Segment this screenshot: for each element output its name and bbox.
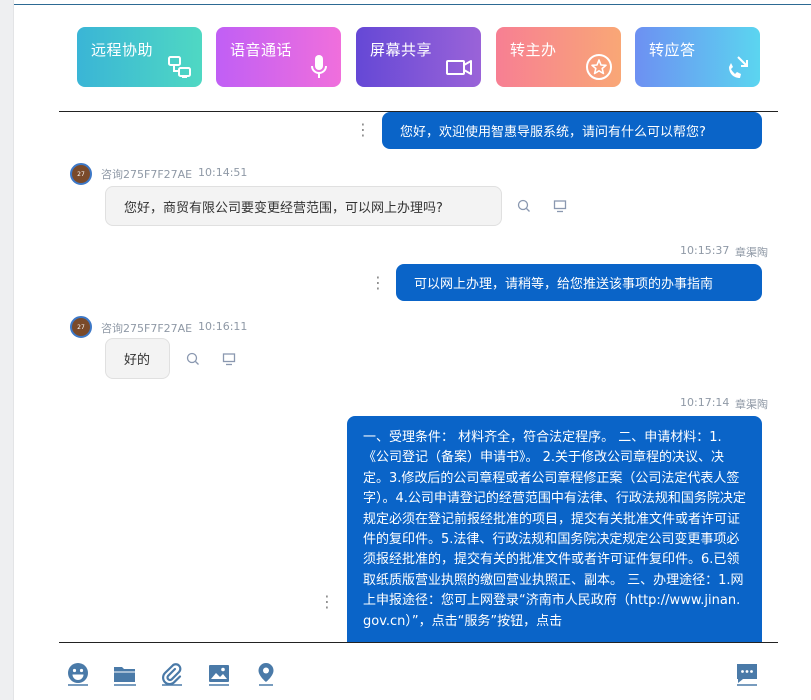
left-sidebar-strip <box>0 0 14 700</box>
search-icon[interactable] <box>517 199 531 213</box>
avatar-text: 27 <box>77 323 85 331</box>
sender-name: 咨询275F7F27AE <box>101 168 193 181</box>
transfer-answer-button[interactable]: 转应答 <box>635 27 760 87</box>
remote-assist-label: 远程协助 <box>91 41 154 59</box>
screen-share-button[interactable]: 屏幕共享 <box>356 27 481 87</box>
message-bubble-incoming: 好的 <box>105 338 170 379</box>
monitor-icon[interactable] <box>553 199 567 213</box>
screen-share-label: 屏幕共享 <box>370 41 433 59</box>
remote-assist-button[interactable]: 远程协助 <box>77 27 202 87</box>
voice-call-label: 语音通话 <box>230 41 293 59</box>
message-time: 10:14:51 <box>198 166 248 179</box>
message-text: 您好，欢迎使用智惠导服系统，请问有什么可以帮您? <box>400 125 706 140</box>
emoji-icon[interactable] <box>66 662 90 686</box>
message-time: 10:15:37 <box>680 244 730 257</box>
more-options-icon[interactable]: ⋮ <box>355 122 371 138</box>
message-bubble-outgoing: 一、受理条件： 材料齐全，符合法定程序。 二、申请材料：1.《公司登记（备案）申… <box>347 416 762 642</box>
chat-bottom-border <box>59 642 778 643</box>
message-bubble-outgoing: 可以网上办理，请稍等，给您推送该事项的办事指南 <box>396 264 762 301</box>
sender-name: 章渠陶 <box>735 246 768 259</box>
transfer-answer-label: 转应答 <box>649 41 696 59</box>
star-circle-icon <box>586 54 612 80</box>
remote-desktop-icon <box>168 56 191 78</box>
sender-name: 咨询275F7F27AE <box>101 322 193 335</box>
user-avatar: 27 <box>70 316 92 338</box>
microphone-icon <box>311 55 327 78</box>
message-text: 好的 <box>124 353 151 368</box>
message-text: 您好，商贸有限公司要变更经营范围，可以网上办理吗? <box>124 200 443 216</box>
message-bubble-incoming: 您好，商贸有限公司要变更经营范围，可以网上办理吗? <box>105 186 502 226</box>
message-text: 可以网上办理，请稍等，给您推送该事项的办事指南 <box>414 277 714 292</box>
top-divider <box>14 4 811 5</box>
search-icon[interactable] <box>186 352 200 366</box>
location-icon[interactable] <box>254 662 278 686</box>
attachment-icon[interactable] <box>160 662 184 686</box>
transfer-host-label: 转主办 <box>510 41 557 59</box>
message-bubble-outgoing: 您好，欢迎使用智惠导服系统，请问有什么可以帮您? <box>382 112 762 149</box>
monitor-icon[interactable] <box>222 352 236 366</box>
user-avatar: 27 <box>70 163 92 185</box>
avatar-text: 27 <box>77 170 85 178</box>
more-options-icon[interactable]: ⋮ <box>319 594 335 610</box>
more-options-icon[interactable]: ⋮ <box>370 275 386 291</box>
video-camera-icon <box>446 60 472 75</box>
image-icon[interactable] <box>207 662 231 686</box>
message-text: 一、受理条件： 材料齐全，符合法定程序。 二、申请材料：1.《公司登记（备案）申… <box>363 430 746 629</box>
message-time: 10:17:14 <box>680 396 730 409</box>
voice-call-button[interactable]: 语音通话 <box>216 27 341 87</box>
folder-icon[interactable] <box>113 662 137 686</box>
message-time: 10:16:11 <box>198 320 248 333</box>
chat-message-icon[interactable] <box>735 662 759 686</box>
sender-name: 章渠陶 <box>735 398 768 411</box>
chat-message-area[interactable]: ⋮ 您好，欢迎使用智惠导服系统，请问有什么可以帮您? 27 咨询275F7F27… <box>59 112 778 642</box>
transfer-host-button[interactable]: 转主办 <box>496 27 621 87</box>
phone-transfer-icon <box>729 56 748 78</box>
